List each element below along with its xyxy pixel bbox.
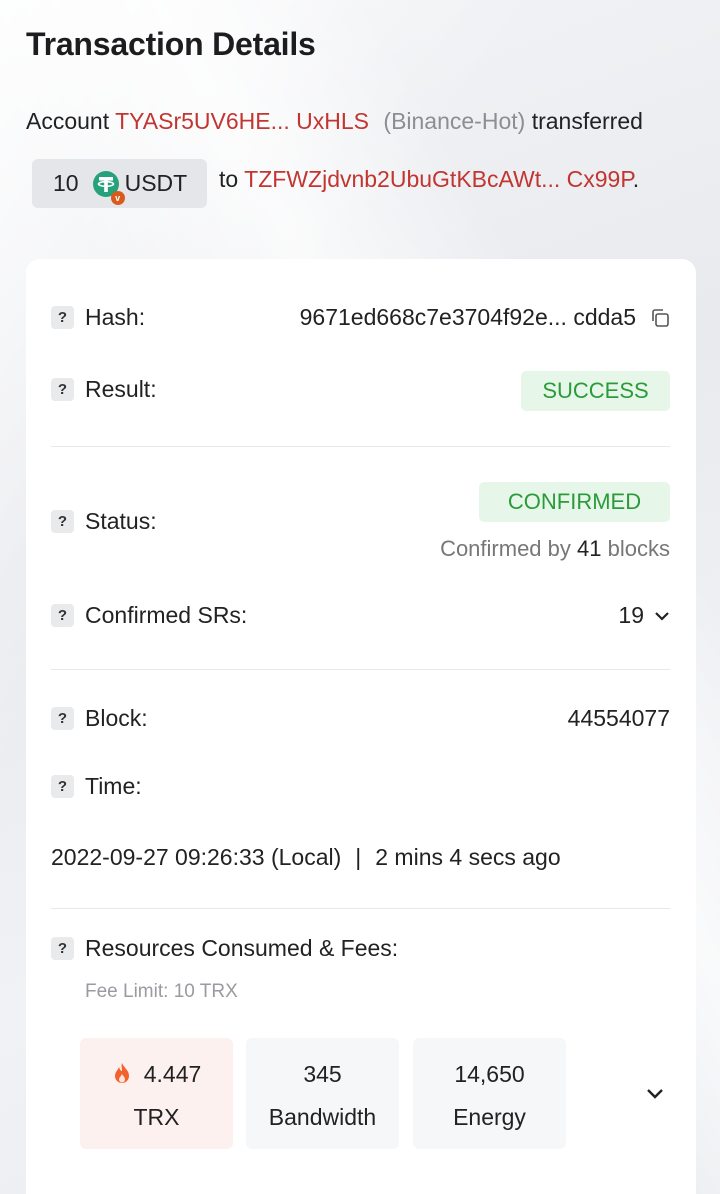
energy-unit: Energy xyxy=(453,1104,526,1130)
fee-limit-text: Fee Limit: 10 TRX xyxy=(85,981,238,1002)
fire-icon xyxy=(114,1063,129,1083)
help-icon[interactable]: ? xyxy=(51,510,74,533)
help-icon[interactable]: ? xyxy=(51,378,74,401)
chevron-down-icon xyxy=(655,611,669,621)
bandwidth-value: 345 xyxy=(303,1060,342,1087)
help-icon[interactable]: ? xyxy=(51,775,74,798)
token-amount-pill[interactable]: 10 v USDT xyxy=(32,159,207,208)
trx-fee-box: 4.447 TRX xyxy=(80,1038,233,1149)
transfer-amount: 10 xyxy=(53,170,79,196)
block-number-link[interactable]: 44554077 xyxy=(568,705,670,732)
bandwidth-unit: Bandwidth xyxy=(268,1104,377,1130)
time-value: 2022-09-27 09:26:33 (Local) | 2 mins 4 sec… xyxy=(51,844,561,871)
transfer-summary-line: Account TYASr5UV6HE... UxHLS (Binance-Ho… xyxy=(26,108,643,135)
confirmed-by-prefix: Confirmed by xyxy=(440,536,571,561)
help-icon[interactable]: ? xyxy=(51,306,74,329)
help-icon[interactable]: ? xyxy=(51,707,74,730)
bandwidth-box: 345 Bandwidth xyxy=(246,1038,399,1149)
confirmed-by-count: 41 xyxy=(577,536,602,561)
transfer-verb: transferred xyxy=(531,108,643,134)
hash-label: Hash: xyxy=(85,304,146,330)
trx-fee-unit: TRX xyxy=(133,1104,180,1130)
time-ago: 2 mins 4 secs ago xyxy=(375,844,561,870)
divider xyxy=(51,908,670,909)
usdt-logo-icon: v xyxy=(91,169,125,205)
time-label: Time: xyxy=(85,773,142,799)
energy-box: 14,650 Energy xyxy=(413,1038,566,1149)
to-prefix: to xyxy=(219,166,239,192)
help-icon[interactable]: ? xyxy=(51,937,74,960)
confirmed-srs-dropdown[interactable]: 19 xyxy=(618,602,670,629)
transfer-recipient-line: to TZFWZjdvnb2UbuGtKBcAWt... Cx99P. xyxy=(219,166,639,193)
divider xyxy=(51,669,670,670)
time-local: 2022-09-27 09:26:33 (Local) xyxy=(51,844,342,870)
time-separator: | xyxy=(355,844,362,870)
divider xyxy=(51,446,670,447)
energy-value: 14,650 xyxy=(454,1060,525,1087)
from-address-link[interactable]: TYASr5UV6HE... UxHLS xyxy=(115,108,369,134)
chevron-down-icon[interactable] xyxy=(646,1088,664,1100)
from-address-tag: (Binance-Hot) xyxy=(383,108,526,134)
block-row: ? Block: 44554077 xyxy=(51,705,670,732)
hash-row: ? Hash: 9671ed668c7e3704f92e... cdda5 xyxy=(51,304,670,331)
verified-badge: v xyxy=(110,190,125,205)
page-title: Transaction Details xyxy=(26,26,316,62)
resources-label: Resources Consumed & Fees: xyxy=(85,935,399,961)
block-label: Block: xyxy=(85,705,148,731)
resources-row: ? Resources Consumed & Fees: xyxy=(51,935,670,962)
to-address-link[interactable]: TZFWZjdvnb2UbuGtKBcAWt... Cx99P xyxy=(244,166,633,192)
confirmed-srs-value: 19 xyxy=(618,602,644,628)
result-label: Result: xyxy=(85,376,157,402)
confirmed-srs-row: ? Confirmed SRs: 19 xyxy=(51,602,670,629)
confirmed-by-text: Confirmed by 41 blocks xyxy=(440,536,670,562)
copy-icon[interactable] xyxy=(650,308,670,328)
hash-value-group: 9671ed668c7e3704f92e... cdda5 xyxy=(300,304,670,331)
help-icon[interactable]: ? xyxy=(51,604,74,627)
confirmed-srs-label: Confirmed SRs: xyxy=(85,602,248,628)
account-prefix: Account xyxy=(26,108,110,134)
end-punctuation: . xyxy=(632,166,640,192)
trx-fee-value: 4.447 xyxy=(143,1060,202,1087)
time-row: ? Time: xyxy=(51,773,670,800)
confirmed-by-suffix: blocks xyxy=(607,536,670,561)
hash-value: 9671ed668c7e3704f92e... cdda5 xyxy=(299,304,636,330)
status-badge: CONFIRMED xyxy=(479,482,670,522)
token-symbol: USDT xyxy=(124,170,188,196)
details-card: ? Hash: 9671ed668c7e3704f92e... cdda5 ? … xyxy=(26,259,696,1194)
status-label: Status: xyxy=(85,508,157,534)
result-status-badge: SUCCESS xyxy=(521,371,670,411)
